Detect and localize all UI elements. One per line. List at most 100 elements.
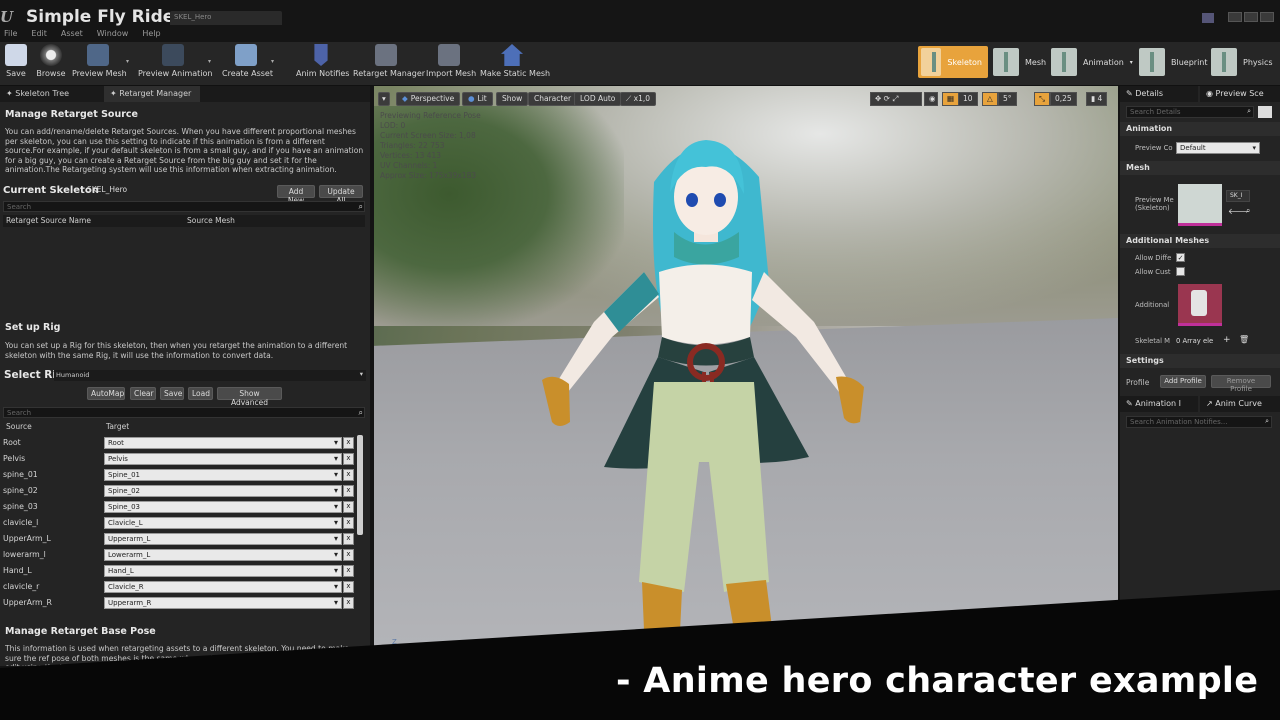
add-new-button[interactable]: Add New	[277, 185, 315, 205]
playback-speed-button[interactable]: ⟋ x1,0	[620, 92, 657, 106]
mode-skeleton-button[interactable]: Skeleton	[918, 46, 988, 78]
section-animation[interactable]: Animation	[1120, 122, 1280, 136]
bone-clear-button[interactable]: x	[343, 533, 354, 545]
window-layout-icon[interactable]	[1202, 13, 1214, 23]
bone-clear-button[interactable]: x	[343, 581, 354, 593]
bone-target-dropdown[interactable]: Pelvis	[104, 453, 342, 465]
remove-profile-button[interactable]: Remove Profile	[1211, 375, 1271, 393]
menu-file[interactable]: File	[4, 29, 17, 38]
bone-clear-button[interactable]: x	[343, 453, 354, 465]
add-element-icon[interactable]: +	[1223, 335, 1231, 345]
section-mesh[interactable]: Mesh	[1120, 161, 1280, 175]
bone-list-scrollbar[interactable]	[357, 435, 363, 535]
bone-target-dropdown[interactable]: Clavicle_L	[104, 517, 342, 529]
section-additional-meshes[interactable]: Additional Meshes	[1120, 234, 1280, 248]
bone-clear-button[interactable]: x	[343, 469, 354, 481]
anim-notifies-search-input[interactable]: Search Animation Notifies... ⌕	[1126, 416, 1272, 428]
preview-viewport[interactable]: ▾ ◆ Perspective ● Lit Show Character LOD A…	[374, 86, 1118, 666]
transform-tools-group[interactable]: ✥ ⟳ ⤢	[870, 92, 922, 106]
perspective-button[interactable]: ◆ Perspective	[396, 92, 461, 106]
preview-mesh-dropdown-icon[interactable]: ▾	[126, 58, 129, 65]
anim-notifies-button[interactable]: Anim Notifies	[296, 44, 349, 78]
automap-button[interactable]: AutoMap	[87, 387, 125, 400]
section-settings[interactable]: Settings	[1120, 354, 1280, 368]
bone-target-dropdown[interactable]: Spine_03	[104, 501, 342, 513]
tab-animation-notifies[interactable]: ✎ Animation I	[1120, 396, 1198, 412]
select-rig-dropdown[interactable]: Humanoid ▾	[54, 370, 366, 381]
scale-snap-icon[interactable]: ⤡	[1034, 92, 1050, 106]
bone-clear-button[interactable]: x	[343, 549, 354, 561]
angle-snap-icon[interactable]: △	[982, 92, 998, 106]
load-rig-button[interactable]: Load	[188, 387, 213, 400]
view-options-icon[interactable]	[1258, 106, 1272, 118]
clear-button[interactable]: Clear	[130, 387, 156, 400]
world-local-icon[interactable]: ◉	[924, 92, 938, 106]
retarget-source-search-input[interactable]: Search ⌕	[3, 201, 365, 212]
tab-skeleton-tree[interactable]: ✦ Skeleton Tree	[0, 86, 104, 102]
create-asset-button[interactable]: Create Asset	[222, 44, 273, 78]
bone-target-dropdown[interactable]: Spine_01	[104, 469, 342, 481]
allow-custom-checkbox[interactable]	[1176, 267, 1185, 276]
browse-button[interactable]: Browse	[36, 44, 66, 78]
preview-mesh-combo[interactable]: SK_I	[1226, 190, 1250, 202]
viewport-options-dropdown[interactable]: ▾	[378, 92, 390, 106]
add-profile-button[interactable]: Add Profile	[1160, 375, 1206, 388]
bone-clear-button[interactable]: x	[343, 597, 354, 609]
lod-button[interactable]: LOD Auto	[574, 92, 622, 106]
retarget-manager-button[interactable]: Retarget Manager	[353, 44, 425, 78]
mode-mesh-button[interactable]: Mesh	[990, 46, 1052, 78]
create-asset-dropdown-icon[interactable]: ▾	[271, 58, 274, 65]
show-advanced-button[interactable]: Show Advanced	[217, 387, 282, 407]
lit-button[interactable]: ● Lit	[462, 92, 493, 106]
mode-animation-button[interactable]: Animation ▾	[1048, 46, 1139, 78]
bone-target-dropdown[interactable]: Spine_02	[104, 485, 342, 497]
allow-different-checkbox[interactable]: ✓	[1176, 253, 1185, 262]
preview-mesh-thumbnail[interactable]	[1178, 184, 1222, 226]
close-button[interactable]	[1260, 12, 1274, 22]
additional-mesh-thumbnail[interactable]	[1178, 284, 1222, 326]
preview-mesh-button[interactable]: Preview Mesh	[72, 44, 127, 78]
bone-target-dropdown[interactable]: Root	[104, 437, 342, 449]
mode-blueprint-button[interactable]: Blueprint	[1136, 46, 1214, 78]
mode-physics-button[interactable]: Physics	[1208, 46, 1279, 78]
tab-retarget-manager[interactable]: ✦ Retarget Manager	[104, 86, 200, 102]
bone-target-dropdown[interactable]: Clavicle_R	[104, 581, 342, 593]
bone-target-dropdown[interactable]: Upperarm_R	[104, 597, 342, 609]
character-button[interactable]: Character	[528, 92, 578, 106]
bone-target-dropdown[interactable]: Lowerarm_L	[104, 549, 342, 561]
tab-details[interactable]: ✎ Details	[1120, 86, 1198, 102]
preview-animation-dropdown-icon[interactable]: ▾	[208, 58, 211, 65]
save-rig-button[interactable]: Save	[160, 387, 184, 400]
maximize-button[interactable]	[1244, 12, 1258, 22]
bone-target-dropdown[interactable]: Hand_L	[104, 565, 342, 577]
menu-window[interactable]: Window	[97, 29, 129, 38]
preview-controller-dropdown[interactable]: Default ▾	[1176, 142, 1260, 154]
bone-clear-button[interactable]: x	[343, 517, 354, 529]
camera-speed-value[interactable]: ▮ 4	[1086, 92, 1108, 106]
details-search-input[interactable]: Search Details ⌕	[1126, 106, 1254, 118]
animation-mode-dropdown-icon[interactable]: ▾	[1130, 59, 1133, 66]
angle-snap-value[interactable]: 5°	[998, 92, 1017, 106]
import-mesh-button[interactable]: Import Mesh	[426, 44, 476, 78]
menu-asset[interactable]: Asset	[61, 29, 83, 38]
menu-help[interactable]: Help	[142, 29, 160, 38]
browse-asset-icon[interactable]: ⌕	[1246, 206, 1250, 216]
bone-clear-button[interactable]: x	[343, 485, 354, 497]
menu-edit[interactable]: Edit	[31, 29, 47, 38]
asset-tab[interactable]: SKEL_Hero	[170, 11, 282, 25]
bone-clear-button[interactable]: x	[343, 501, 354, 513]
update-all-button[interactable]: Update All	[319, 185, 363, 205]
tab-preview-scene[interactable]: ◉ Preview Sce	[1200, 86, 1280, 102]
scale-snap-value[interactable]: 0,25	[1050, 92, 1077, 106]
minimize-button[interactable]	[1228, 12, 1242, 22]
make-static-mesh-button[interactable]: Make Static Mesh	[480, 44, 550, 78]
tab-anim-curves[interactable]: ↗ Anim Curve	[1200, 396, 1280, 412]
save-button[interactable]: Save	[4, 44, 28, 78]
grid-snap-icon[interactable]: ▦	[942, 92, 960, 106]
grid-snap-value[interactable]: 10	[958, 92, 978, 106]
bone-target-dropdown[interactable]: Upperarm_L	[104, 533, 342, 545]
trash-icon[interactable]: 🗑	[1239, 335, 1249, 344]
bone-clear-button[interactable]: x	[343, 565, 354, 577]
rig-search-input[interactable]: Search ⌕	[3, 407, 365, 418]
show-button[interactable]: Show	[496, 92, 529, 106]
